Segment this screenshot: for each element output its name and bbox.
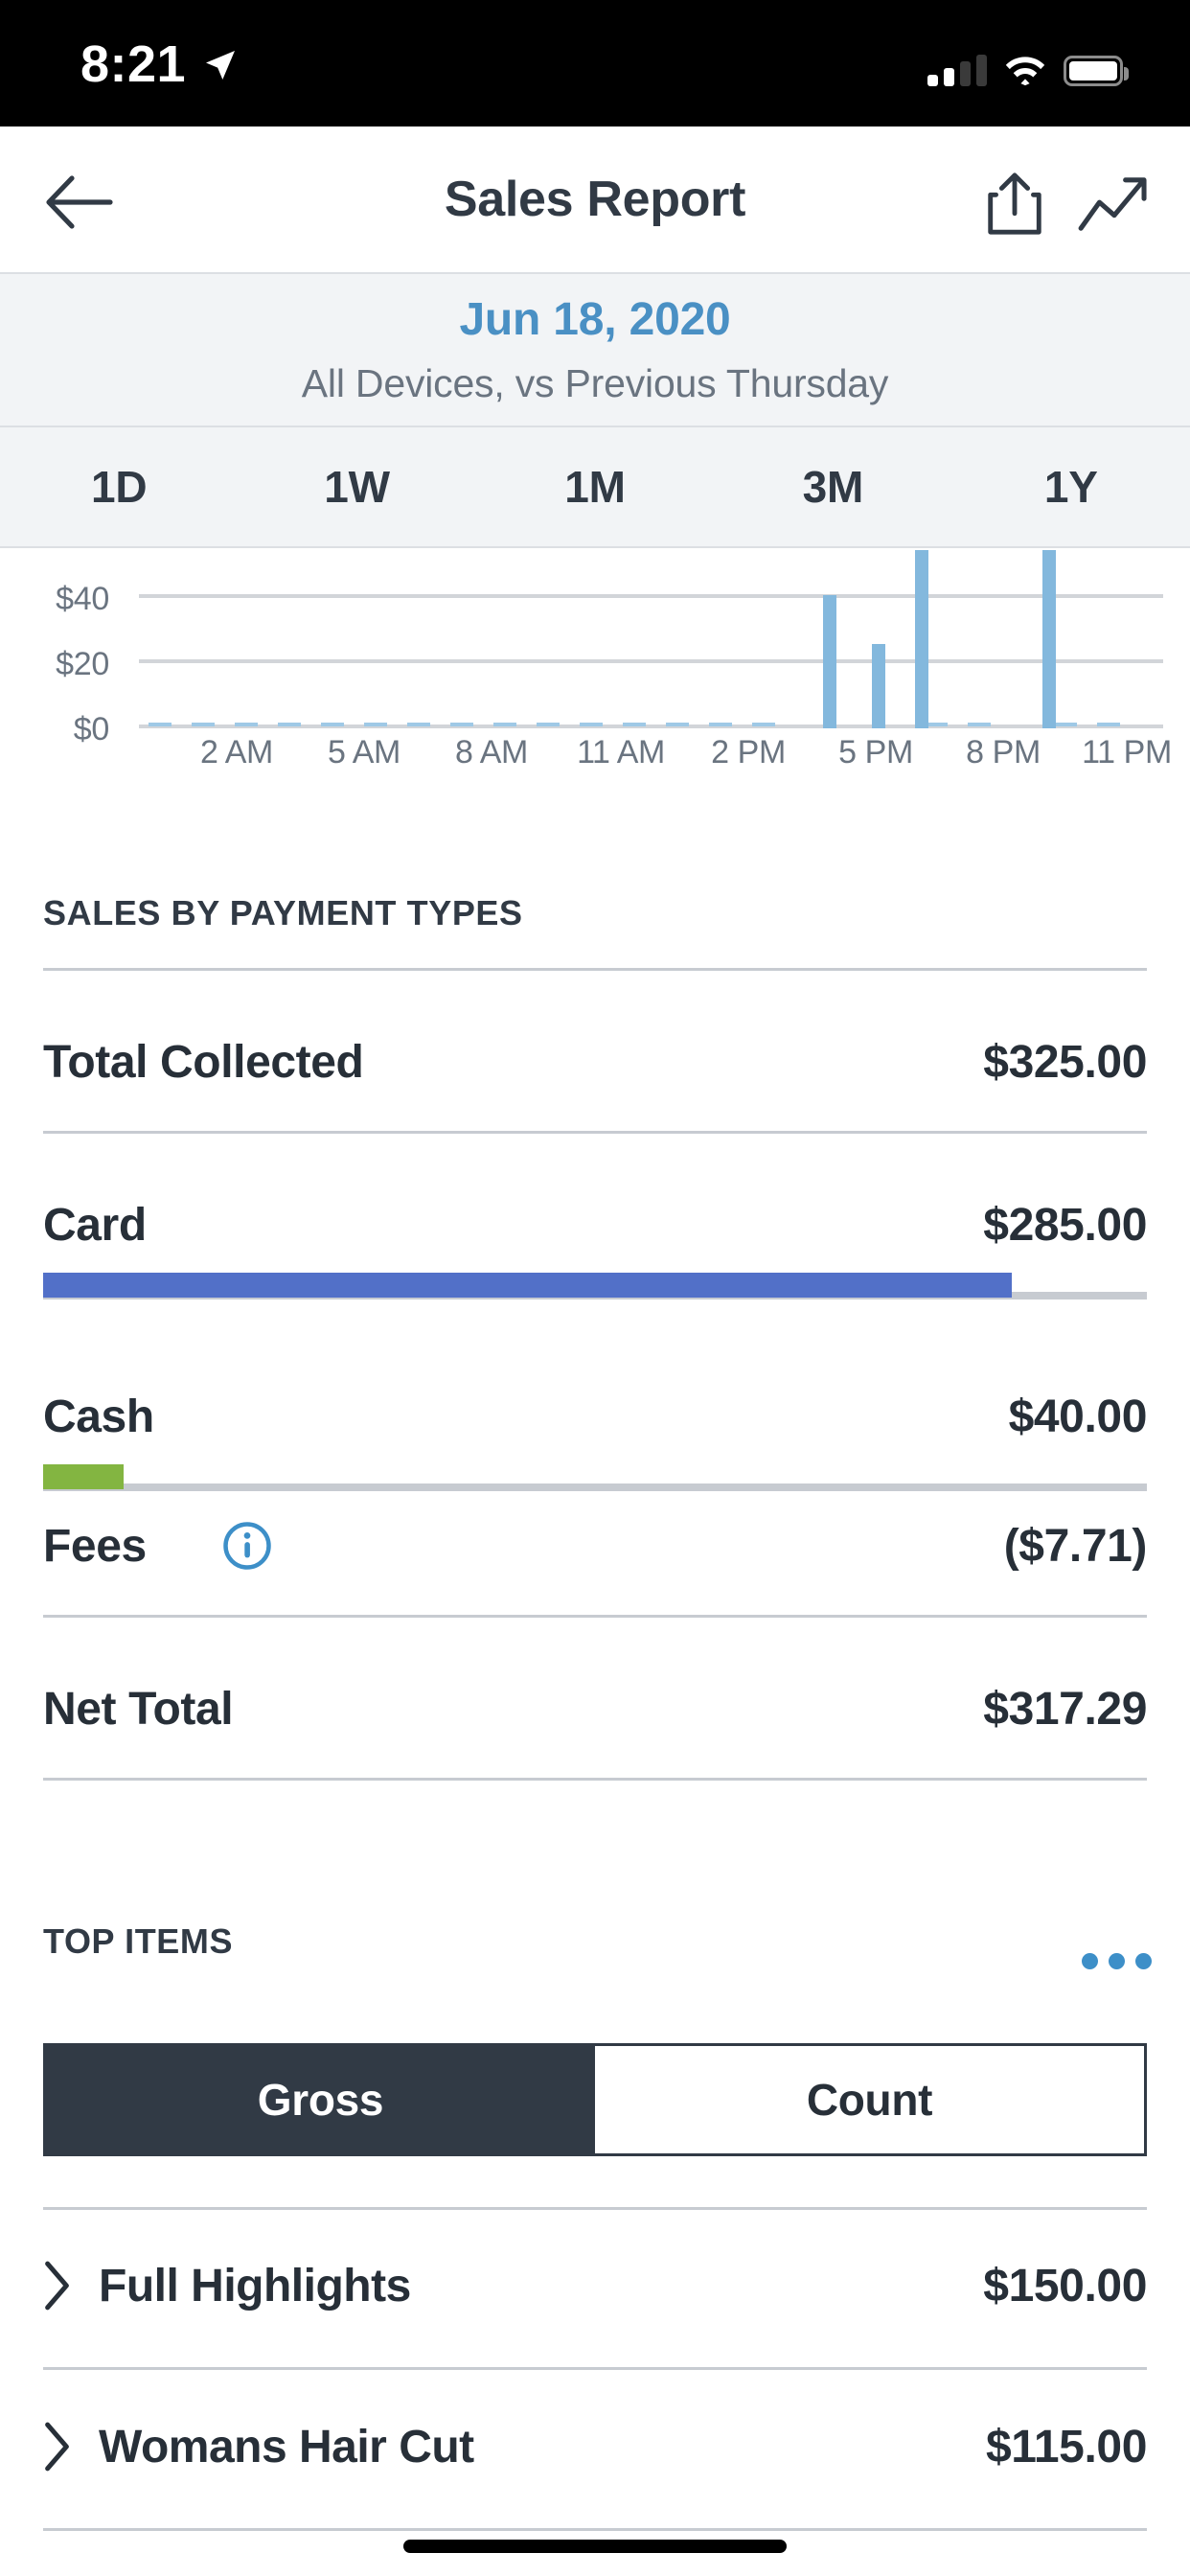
row-cash: Cash $40.00 bbox=[43, 1383, 1147, 1450]
item-name: Womans Hair Cut bbox=[99, 2421, 474, 2472]
chart-bar bbox=[968, 723, 991, 726]
chart-bar bbox=[823, 595, 836, 728]
chart-bar bbox=[493, 723, 516, 726]
location-arrow-icon bbox=[206, 51, 235, 80]
chart-bar bbox=[752, 723, 775, 726]
status-bar-indicators bbox=[927, 44, 1129, 86]
row-label: Fees bbox=[43, 1520, 147, 1572]
chart-bar bbox=[623, 723, 646, 726]
y-axis-label-0: $0 bbox=[73, 711, 110, 748]
range-tab-bar: 1D 1W 1M 3M 1Y bbox=[0, 426, 1190, 548]
chart-bar bbox=[192, 723, 215, 726]
status-bar: 8:21 bbox=[0, 0, 1190, 126]
chart-bar bbox=[872, 644, 885, 728]
item-amount: $150.00 bbox=[983, 2260, 1147, 2312]
divider bbox=[43, 1615, 1147, 1618]
divider bbox=[43, 968, 1147, 971]
gridline-20 bbox=[139, 659, 1163, 663]
x-axis-label: 8 AM bbox=[455, 734, 528, 770]
y-axis-label-20: $20 bbox=[56, 646, 109, 682]
toggle-option-count[interactable]: Count bbox=[595, 2046, 1144, 2153]
divider bbox=[43, 2528, 1147, 2531]
chart-bar bbox=[321, 723, 344, 726]
home-indicator[interactable] bbox=[403, 2540, 787, 2553]
chart-bar bbox=[364, 723, 387, 726]
trending-up-icon[interactable] bbox=[1077, 174, 1152, 236]
report-date: Jun 18, 2020 bbox=[459, 294, 731, 345]
chart-bar bbox=[149, 723, 172, 726]
x-axis-label: 2 AM bbox=[200, 734, 273, 770]
chart-plot-area: 2 AM 5 AM 8 AM 11 AM 2 PM 5 PM 8 PM 11 P… bbox=[139, 550, 1172, 770]
row-value: $325.00 bbox=[983, 1036, 1147, 1088]
tab-1y[interactable]: 1Y bbox=[952, 461, 1190, 513]
chevron-right-icon[interactable] bbox=[43, 2421, 72, 2472]
row-label: Net Total bbox=[43, 1683, 234, 1735]
row-value: ($7.71) bbox=[1003, 1520, 1148, 1572]
row-net-total: Net Total $317.29 bbox=[43, 1675, 1147, 1742]
row-value: $40.00 bbox=[1008, 1391, 1148, 1442]
row-total-collected: Total Collected $325.00 bbox=[43, 1028, 1147, 1095]
cellular-signal-icon bbox=[927, 54, 987, 86]
tab-1w[interactable]: 1W bbox=[238, 461, 475, 513]
cash-progress-fill bbox=[43, 1464, 124, 1489]
divider bbox=[43, 2207, 1147, 2210]
x-axis-label: 8 PM bbox=[966, 734, 1041, 770]
sales-bar-chart[interactable]: $40 $20 $0 2 AM 5 AM 8 AM 11 AM 2 PM 5 P… bbox=[0, 550, 1190, 780]
x-axis-label: 11 AM bbox=[577, 734, 665, 770]
y-axis-label-40: $40 bbox=[56, 581, 109, 617]
chart-bar bbox=[666, 723, 689, 726]
chart-bar bbox=[450, 723, 473, 726]
top-items-section-header: TOP ITEMS bbox=[43, 1921, 234, 1961]
gridline-40 bbox=[139, 594, 1163, 598]
share-icon[interactable] bbox=[981, 171, 1048, 238]
date-header[interactable]: Jun 18, 2020 All Devices, vs Previous Th… bbox=[0, 272, 1190, 426]
top-items-toggle: Gross Count bbox=[43, 2043, 1147, 2156]
report-subtitle: All Devices, vs Previous Thursday bbox=[301, 361, 889, 405]
divider bbox=[43, 2367, 1147, 2370]
list-item[interactable]: Full Highlights $150.00 bbox=[43, 2252, 1147, 2319]
row-label: Card bbox=[43, 1199, 147, 1251]
tab-1m[interactable]: 1M bbox=[476, 461, 714, 513]
chart-bar bbox=[537, 723, 560, 726]
chart-bar bbox=[235, 723, 258, 726]
row-value: $285.00 bbox=[983, 1199, 1147, 1251]
chart-bar bbox=[278, 723, 301, 726]
chart-bar bbox=[1042, 550, 1056, 728]
tab-1d[interactable]: 1D bbox=[0, 461, 238, 513]
cash-progress-track bbox=[43, 1484, 1147, 1491]
tab-3m[interactable]: 3M bbox=[714, 461, 951, 513]
chart-bar bbox=[1054, 723, 1077, 726]
row-label: Total Collected bbox=[43, 1036, 364, 1088]
info-circle-icon[interactable] bbox=[221, 1520, 273, 1572]
chart-bar bbox=[580, 723, 603, 726]
toggle-option-gross[interactable]: Gross bbox=[46, 2046, 595, 2153]
row-card: Card $285.00 bbox=[43, 1191, 1147, 1258]
row-fees: Fees ($7.71) bbox=[43, 1512, 1147, 1579]
row-value: $317.29 bbox=[983, 1683, 1147, 1735]
item-name: Full Highlights bbox=[99, 2260, 411, 2312]
chart-bar bbox=[1097, 723, 1120, 726]
battery-full-icon bbox=[1064, 56, 1129, 86]
x-axis-label: 5 AM bbox=[328, 734, 400, 770]
divider bbox=[43, 1778, 1147, 1781]
row-label: Cash bbox=[43, 1391, 154, 1442]
list-item[interactable]: Womans Hair Cut $115.00 bbox=[43, 2413, 1147, 2480]
divider bbox=[43, 1131, 1147, 1134]
chevron-right-icon[interactable] bbox=[43, 2260, 72, 2312]
x-axis-label: 11 PM bbox=[1082, 734, 1172, 770]
chart-bar bbox=[915, 550, 928, 728]
item-amount: $115.00 bbox=[985, 2421, 1147, 2472]
x-axis-label: 5 PM bbox=[838, 734, 913, 770]
status-bar-clock: 8:21 bbox=[80, 35, 187, 93]
phone-screen: 8:21 Sales Report Jun 18, 2020 All Devic… bbox=[0, 0, 1190, 2576]
card-progress-fill bbox=[43, 1273, 1012, 1298]
x-axis-label: 2 PM bbox=[711, 734, 786, 770]
navigation-bar: Sales Report bbox=[0, 126, 1190, 272]
more-horizontal-icon[interactable] bbox=[1082, 1953, 1152, 1969]
chart-bar bbox=[709, 723, 732, 726]
payment-types-section-header: SALES BY PAYMENT TYPES bbox=[43, 893, 523, 932]
wifi-icon bbox=[1005, 57, 1045, 86]
chart-bar bbox=[407, 723, 430, 726]
